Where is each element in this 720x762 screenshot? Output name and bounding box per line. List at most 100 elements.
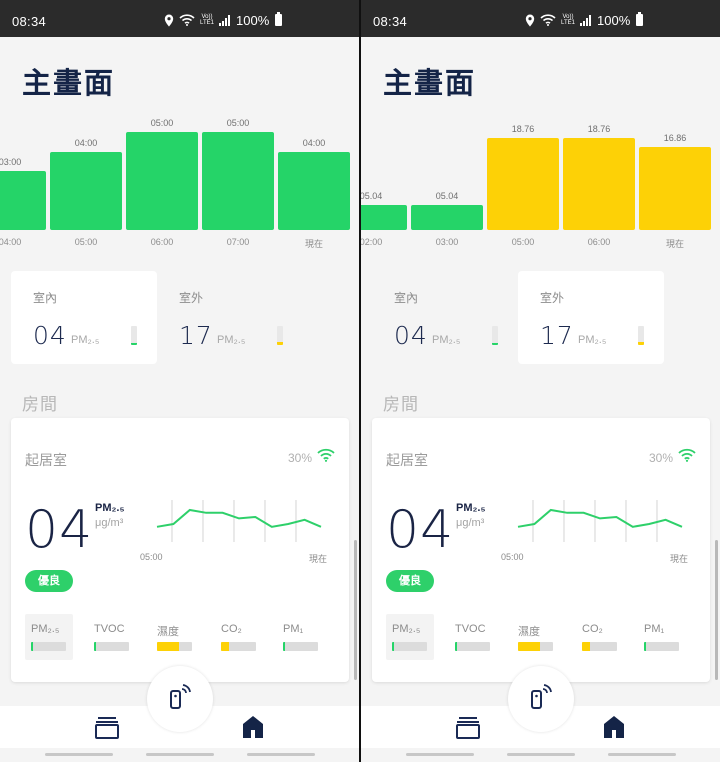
room-pm-value: 04 xyxy=(386,500,455,560)
home-nav-icon[interactable] xyxy=(240,714,268,740)
metric-tab[interactable]: 濕度 xyxy=(151,614,199,660)
bar-value-label: 04:00 xyxy=(302,138,326,148)
indoor-card[interactable]: 室內 04 PM₂.₅ xyxy=(372,271,518,364)
bar-value-label: 05.04 xyxy=(361,191,383,201)
metric-tab[interactable]: PM₂.₅ xyxy=(25,614,73,660)
gesture-handle-left xyxy=(406,753,474,756)
scrollbar[interactable] xyxy=(715,540,718,680)
volte-indicator: Vo)) LTE1 xyxy=(561,14,575,26)
gesture-handle-right xyxy=(608,753,676,756)
bar-value-label: 05:00 xyxy=(150,118,174,128)
room-name: 起居室 xyxy=(25,452,67,468)
bar-1 xyxy=(50,152,122,230)
bar-2 xyxy=(487,138,559,230)
metric-label: TVOC xyxy=(94,623,125,635)
room-pm-label: PM₂.₅ xyxy=(456,502,486,514)
bar-x-label: 05:00 xyxy=(511,237,535,247)
signal-icon xyxy=(580,14,591,26)
remote-control-button[interactable] xyxy=(508,666,574,732)
indoor-value: 04 xyxy=(394,321,428,350)
gesture-handle-left xyxy=(45,753,113,756)
status-badge: 優良 xyxy=(25,570,73,592)
outdoor-card[interactable]: 室外 17 PM₂.₅ xyxy=(518,271,664,364)
remote-control-button[interactable] xyxy=(147,666,213,732)
metric-tab[interactable]: PM₁ xyxy=(277,614,325,660)
room-sparkline xyxy=(517,500,683,542)
bar-3 xyxy=(563,138,635,230)
room-card[interactable]: 起居室 30% 04 PM₂.₅ μg/m³ 05:00 現在 優良 PM₂.₅… xyxy=(11,418,349,682)
room-card[interactable]: 起居室 30% 04 PM₂.₅ μg/m³ 05:00 現在 優良 PM₂.₅… xyxy=(372,418,710,682)
rooms-section-title: 房間 xyxy=(22,395,58,414)
metric-label: 濕度 xyxy=(518,626,540,638)
room-pm-label: PM₂.₅ xyxy=(95,502,125,514)
spark-end-label: 現在 xyxy=(670,554,689,564)
wifi-icon xyxy=(678,448,696,462)
screen-left: 08:34 Vo)) LTE1 100% 主畫面 03:00 04:00 04:00… xyxy=(0,0,359,762)
scrollbar[interactable] xyxy=(354,540,357,680)
remote-icon xyxy=(170,684,191,709)
devices-nav-icon[interactable] xyxy=(455,714,483,740)
metric-level-bar xyxy=(221,642,256,651)
indoor-unit: PM₂.₅ xyxy=(432,334,461,346)
metric-tab[interactable]: TVOC xyxy=(88,614,136,660)
room-unit: μg/m³ xyxy=(456,517,485,529)
metric-tab[interactable]: 濕度 xyxy=(512,614,560,660)
outdoor-unit: PM₂.₅ xyxy=(217,334,246,346)
home-nav-icon[interactable] xyxy=(601,714,629,740)
signal-icon xyxy=(219,14,230,26)
bar-0 xyxy=(361,205,407,230)
status-time: 08:34 xyxy=(12,14,47,29)
metric-label: 濕度 xyxy=(157,626,179,638)
bar-x-label: 07:00 xyxy=(226,237,250,247)
metric-level-bar xyxy=(392,642,427,651)
metric-label: PM₁ xyxy=(283,623,304,635)
outdoor-title: 室外 xyxy=(179,291,204,305)
battery-icon xyxy=(275,12,283,26)
room-name: 起居室 xyxy=(386,452,428,468)
page-title: 主畫面 xyxy=(22,66,116,100)
metric-level-bar xyxy=(455,642,490,651)
wifi-status-icon xyxy=(179,14,195,26)
bar-x-label: 05:00 xyxy=(74,237,98,247)
metric-label: CO₂ xyxy=(582,623,603,635)
outdoor-value: 17 xyxy=(179,321,213,350)
remote-icon xyxy=(531,684,552,709)
spark-start-label: 05:00 xyxy=(140,552,163,562)
bar-value-label: 18.76 xyxy=(511,124,535,134)
battery-text: 100% xyxy=(236,12,270,28)
volte-indicator: Vo)) LTE1 xyxy=(200,14,214,26)
metric-tab[interactable]: PM₂.₅ xyxy=(386,614,434,660)
metric-tab[interactable]: TVOC xyxy=(449,614,497,660)
metric-label: CO₂ xyxy=(221,623,242,635)
status-time: 08:34 xyxy=(373,14,408,29)
bar-0 xyxy=(0,171,46,230)
indoor-level-meter xyxy=(131,326,137,345)
pm-bar-chart: 05.04 02:00 05.04 03:00 18.76 05:00 18.76 06:00… xyxy=(361,116,720,252)
metric-tab[interactable]: CO₂ xyxy=(576,614,624,660)
spark-line xyxy=(517,508,683,528)
room-sparkline xyxy=(156,500,322,542)
gesture-handle-right xyxy=(247,753,315,756)
devices-nav-icon[interactable] xyxy=(94,714,122,740)
bar-value-label: 16.86 xyxy=(663,133,687,143)
metric-tab[interactable]: PM₁ xyxy=(638,614,686,660)
bar-value-label: 05:00 xyxy=(226,118,250,128)
bar-1 xyxy=(411,205,483,230)
rooms-section-title: 房間 xyxy=(383,395,419,414)
metric-tab[interactable]: CO₂ xyxy=(215,614,263,660)
metric-level-bar xyxy=(518,642,553,651)
room-pm-value: 04 xyxy=(25,500,94,560)
page-title: 主畫面 xyxy=(383,66,477,100)
spark-end-label: 現在 xyxy=(309,554,328,564)
status-bar: 08:34 Vo)) LTE1 100% xyxy=(0,0,359,37)
metric-label: PM₁ xyxy=(644,623,665,635)
room-unit: μg/m³ xyxy=(95,517,124,529)
spark-start-label: 05:00 xyxy=(501,552,524,562)
bar-x-label: 現在 xyxy=(665,239,684,249)
metric-level-bar xyxy=(582,642,617,651)
indoor-title: 室內 xyxy=(33,291,58,305)
bar-4 xyxy=(278,152,350,230)
indoor-card[interactable]: 室內 04 PM₂.₅ xyxy=(11,271,157,364)
battery-icon xyxy=(636,12,644,26)
outdoor-card[interactable]: 室外 17 PM₂.₅ xyxy=(157,271,303,364)
